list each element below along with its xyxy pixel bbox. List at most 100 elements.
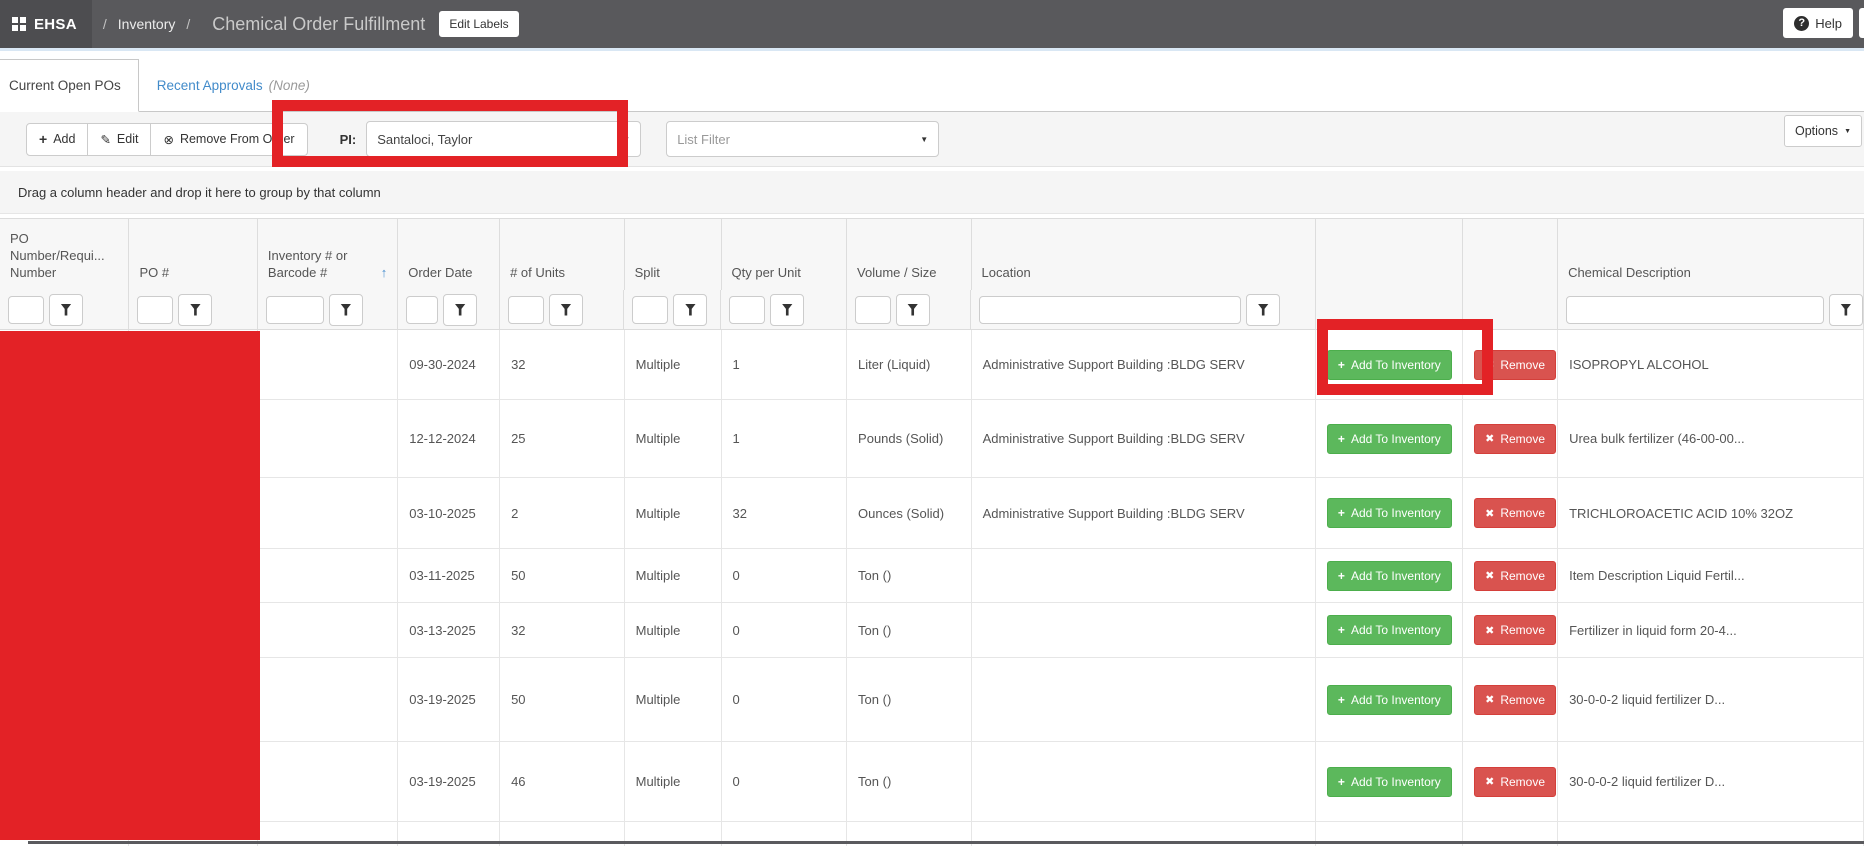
grid-header-cell-po_req[interactable]: PO Number/Requi... Number — [0, 219, 129, 290]
filter-menu-button-location[interactable] — [1246, 294, 1280, 326]
grid-filter-cell-location — [971, 290, 1316, 329]
filter-menu-button-po_number[interactable] — [178, 294, 212, 326]
grid-header-cell-split[interactable]: Split — [625, 219, 722, 290]
grid-header-cell-po_number[interactable]: PO # — [129, 219, 257, 290]
table-row[interactable]: 03-11-202550Multiple0Ton ()+Add To Inven… — [0, 549, 1864, 603]
filter-input-po_req[interactable] — [8, 296, 44, 324]
horizontal-scrollbar[interactable] — [28, 841, 1864, 844]
filter-menu-button-order_date[interactable] — [443, 294, 477, 326]
cell-units: 32 — [500, 603, 625, 657]
filter-menu-button-qty[interactable] — [770, 294, 804, 326]
filter-input-description[interactable] — [1566, 296, 1824, 324]
grid-header-cell-order_date[interactable]: Order Date — [398, 219, 500, 290]
add-to-inventory-button[interactable]: +Add To Inventory — [1327, 767, 1452, 797]
app-brand: EHSA — [34, 16, 77, 33]
remove-button[interactable]: ✖Remove — [1474, 561, 1556, 591]
remove-button[interactable]: ✖Remove — [1474, 767, 1556, 797]
add-to-inventory-button[interactable]: +Add To Inventory — [1327, 561, 1452, 591]
tab-current-open-pos[interactable]: Current Open POs — [0, 59, 139, 112]
cell-split: Multiple — [625, 400, 722, 477]
add-to-inventory-label: Add To Inventory — [1351, 623, 1441, 637]
filter-menu-button-description[interactable] — [1829, 294, 1863, 326]
column-label: # of Units — [510, 264, 565, 281]
breadcrumb-separator: / — [103, 16, 107, 32]
cell-location: Administrative Support Building :BLDG SE… — [972, 478, 1316, 548]
filter-input-po_number[interactable] — [137, 296, 173, 324]
list-filter-select[interactable]: List Filter ▼ — [666, 121, 939, 157]
funnel-icon — [455, 304, 466, 316]
funnel-icon — [560, 304, 571, 316]
help-button[interactable]: ? Help — [1783, 8, 1853, 38]
filter-input-order_date[interactable] — [406, 296, 438, 324]
add-button[interactable]: + Add — [26, 123, 88, 156]
edit-labels-button[interactable]: Edit Labels — [439, 11, 518, 37]
page-title: Chemical Order Fulfillment — [212, 14, 425, 35]
cell-qty: 1 — [722, 330, 848, 399]
filter-input-split[interactable] — [632, 296, 668, 324]
partial-button[interactable] — [1859, 8, 1864, 38]
add-label: Add — [53, 132, 75, 146]
table-row[interactable]: 12-12-202425Multiple1Pounds (Solid)Admin… — [0, 400, 1864, 478]
plus-icon: + — [1338, 569, 1345, 583]
options-button[interactable]: Options ▼ — [1784, 115, 1862, 147]
add-to-inventory-button[interactable]: +Add To Inventory — [1327, 424, 1452, 454]
funnel-icon — [1840, 304, 1851, 316]
edit-button[interactable]: ✎ Edit — [88, 123, 151, 156]
table-row[interactable]: 03-19-202550Multiple0Ton ()+Add To Inven… — [0, 658, 1864, 742]
add-to-inventory-button[interactable]: +Add To Inventory — [1327, 498, 1452, 528]
cell-add-action: +Add To Inventory — [1316, 400, 1463, 477]
remove-label: Remove — [1500, 506, 1545, 520]
add-to-inventory-button[interactable]: +Add To Inventory — [1327, 685, 1452, 715]
filter-input-inventory[interactable] — [266, 296, 324, 324]
remove-button[interactable]: ✖Remove — [1474, 615, 1556, 645]
cell-qty: 0 — [722, 658, 848, 741]
filter-input-volume[interactable] — [855, 296, 891, 324]
grid-header-row: PO Number/Requi... NumberPO #Inventory #… — [0, 218, 1864, 290]
grid-header-cell-units[interactable]: # of Units — [500, 219, 625, 290]
remove-button[interactable]: ✖ Remove — [1474, 498, 1556, 528]
funnel-icon — [685, 304, 696, 316]
remove-label: Remove — [1500, 775, 1545, 789]
table-row[interactable]: 03-10-20252Multiple32Ounces (Solid)Admin… — [0, 478, 1864, 549]
remove-button[interactable]: ✖Remove — [1474, 424, 1556, 454]
grid-header-cell-inventory[interactable]: Inventory # or Barcode #↑ — [258, 219, 398, 290]
cell-inventory — [258, 330, 398, 399]
cell-inventory — [258, 742, 398, 821]
cell-units: 25 — [500, 400, 625, 477]
group-by-hint: Drag a column header and drop it here to… — [18, 185, 381, 200]
cell-inventory — [258, 478, 398, 548]
filter-input-units[interactable] — [508, 296, 544, 324]
cell-order_date: 03-19-2025 — [398, 742, 500, 821]
app-logo[interactable]: EHSA — [0, 0, 92, 48]
grid-filter-cell-split — [624, 290, 721, 329]
grid-header-cell-_remove — [1463, 219, 1558, 290]
filter-menu-button-split[interactable] — [673, 294, 707, 326]
tab-suffix: (None) — [269, 78, 310, 93]
column-label: Location — [982, 264, 1031, 281]
filter-input-qty[interactable] — [729, 296, 765, 324]
remove-label: Remove — [1500, 569, 1545, 583]
x-icon: ✖ — [1485, 693, 1494, 706]
filter-menu-button-units[interactable] — [549, 294, 583, 326]
grid-header-cell-qty[interactable]: Qty per Unit — [722, 219, 848, 290]
group-by-drop-zone[interactable]: Drag a column header and drop it here to… — [0, 171, 1864, 214]
plus-icon: + — [1338, 432, 1345, 446]
filter-menu-button-inventory[interactable] — [329, 294, 363, 326]
grid-header-cell-volume[interactable]: Volume / Size — [847, 219, 972, 290]
sort-asc-icon: ↑ — [381, 264, 388, 281]
cell-add-action: +Add To Inventory — [1316, 603, 1463, 657]
grid-header-cell-description[interactable]: Chemical Description — [1558, 219, 1864, 290]
table-row[interactable]: 03-19-202546Multiple0Ton ()+Add To Inven… — [0, 742, 1864, 822]
filter-input-location[interactable] — [979, 296, 1241, 324]
grid-header-cell-location[interactable]: Location — [972, 219, 1316, 290]
breadcrumb-section[interactable]: Inventory — [118, 16, 176, 32]
x-icon: ✖ — [1485, 507, 1494, 520]
tab-label: Recent Approvals — [157, 78, 263, 93]
filter-menu-button-po_req[interactable] — [49, 294, 83, 326]
remove-button[interactable]: ✖Remove — [1474, 685, 1556, 715]
cell-split: Multiple — [625, 603, 722, 657]
table-row[interactable]: 09-30-202432Multiple1Liter (Liquid)Admin… — [0, 330, 1864, 400]
add-to-inventory-button[interactable]: +Add To Inventory — [1327, 615, 1452, 645]
table-row[interactable]: 03-13-202532Multiple0Ton ()+Add To Inven… — [0, 603, 1864, 658]
filter-menu-button-volume[interactable] — [896, 294, 930, 326]
